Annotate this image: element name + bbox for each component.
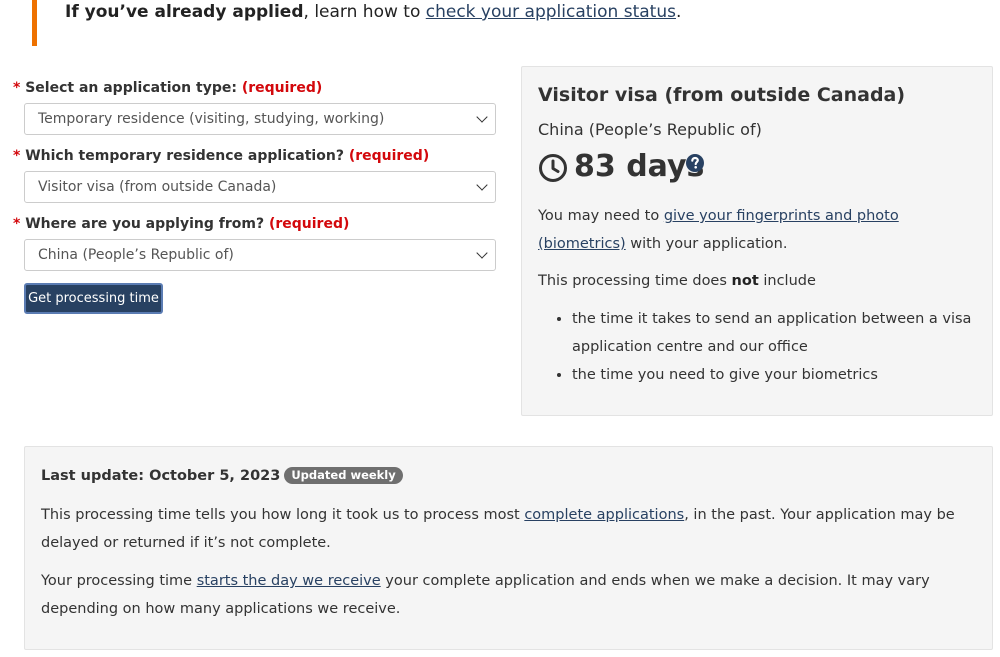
field-label-text: Which temporary residence application? [25,148,344,164]
chevron-down-icon [476,179,488,191]
application-type-select[interactable]: Temporary residence (visiting, studying,… [24,103,496,135]
complete-applications-link[interactable]: complete applications [524,507,684,523]
processing-time-result: Visitor visa (from outside Canada) China… [521,66,993,416]
required-text: (required) [241,80,323,96]
temporary-residence-select[interactable]: Visitor visa (from outside Canada) [24,171,496,203]
required-star: * [13,216,21,232]
exclusion-list: the time it takes to send an application… [538,305,1000,389]
status-alert: If you’ve already applied, learn how to … [32,0,932,46]
clock-icon [539,154,567,182]
alert-bold: If you’ve already applied [65,2,304,22]
applying-from-select[interactable]: China (People’s Republic of) [24,239,496,271]
info-paragraph-2: Your processing time starts the day we r… [41,567,976,623]
required-text: (required) [268,216,350,232]
applying-from-label: * Where are you applying from? (required… [13,216,349,232]
alert-text: If you’ve already applied, learn how to … [65,2,681,22]
last-update: Last update: October 5, 2023 Updated week… [41,467,403,484]
exclude-pre: This processing time does [538,273,732,289]
get-processing-time-button[interactable]: Get processing time [24,283,163,314]
exclude-bold: not [731,273,759,289]
field-label-text: Select an application type: [25,80,237,96]
temporary-residence-label: * Which temporary residence application?… [13,148,429,164]
application-type-label: * Select an application type: (required) [13,80,322,96]
required-star: * [13,80,21,96]
chevron-down-icon [476,111,488,123]
list-item: the time it takes to send an application… [572,305,1000,361]
field-label-text: Where are you applying from? [25,216,265,232]
biometrics-post: with your application. [625,236,788,252]
p2-pre: Your processing time [41,573,197,589]
biometrics-text: You may need to give your fingerprints a… [538,202,978,258]
starts-day-we-receive-link[interactable]: starts the day we receive [197,573,381,589]
info-paragraph-1: This processing time tells you how long … [41,501,976,557]
alert-text-middle: , learn how to [303,2,426,22]
check-status-link[interactable]: check your application status [426,2,676,22]
select-value: Temporary residence (visiting, studying,… [38,111,385,127]
alert-end: . [675,2,682,22]
result-title: Visitor visa (from outside Canada) [538,84,906,106]
processing-info-box: Last update: October 5, 2023 Updated week… [24,446,993,650]
biometrics-pre: You may need to [538,208,664,224]
exclusion-text: This processing time does not include [538,267,978,295]
question-circle-icon[interactable] [685,153,705,173]
result-country: China (People’s Republic of) [538,120,762,139]
required-text: (required) [348,148,430,164]
exclude-post: include [758,273,816,289]
required-star: * [13,148,21,164]
updated-weekly-badge: Updated weekly [284,467,403,484]
p1-pre: This processing time tells you how long … [41,507,525,523]
list-item: the time you need to give your biometric… [572,361,1000,389]
chevron-down-icon [476,247,488,259]
last-update-text: Last update: October 5, 2023 [41,468,281,484]
select-value: China (People’s Republic of) [38,247,234,263]
select-value: Visitor visa (from outside Canada) [38,179,277,195]
